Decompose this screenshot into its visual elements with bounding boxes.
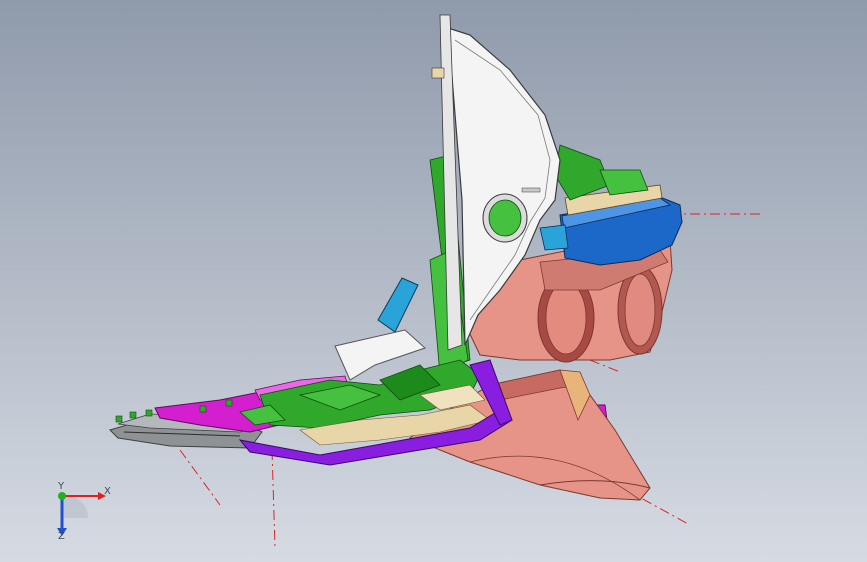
cad-graphics-viewport[interactable]: X Y Z: [0, 0, 867, 562]
z-axis-label: Z: [58, 531, 65, 542]
cyan-bracket-part[interactable]: [377, 277, 419, 333]
y-axis-label: Y: [58, 481, 65, 492]
y-axis-dot: [58, 492, 66, 500]
3d-model-assembly[interactable]: [0, 0, 867, 562]
x-axis-label: X: [104, 486, 111, 497]
